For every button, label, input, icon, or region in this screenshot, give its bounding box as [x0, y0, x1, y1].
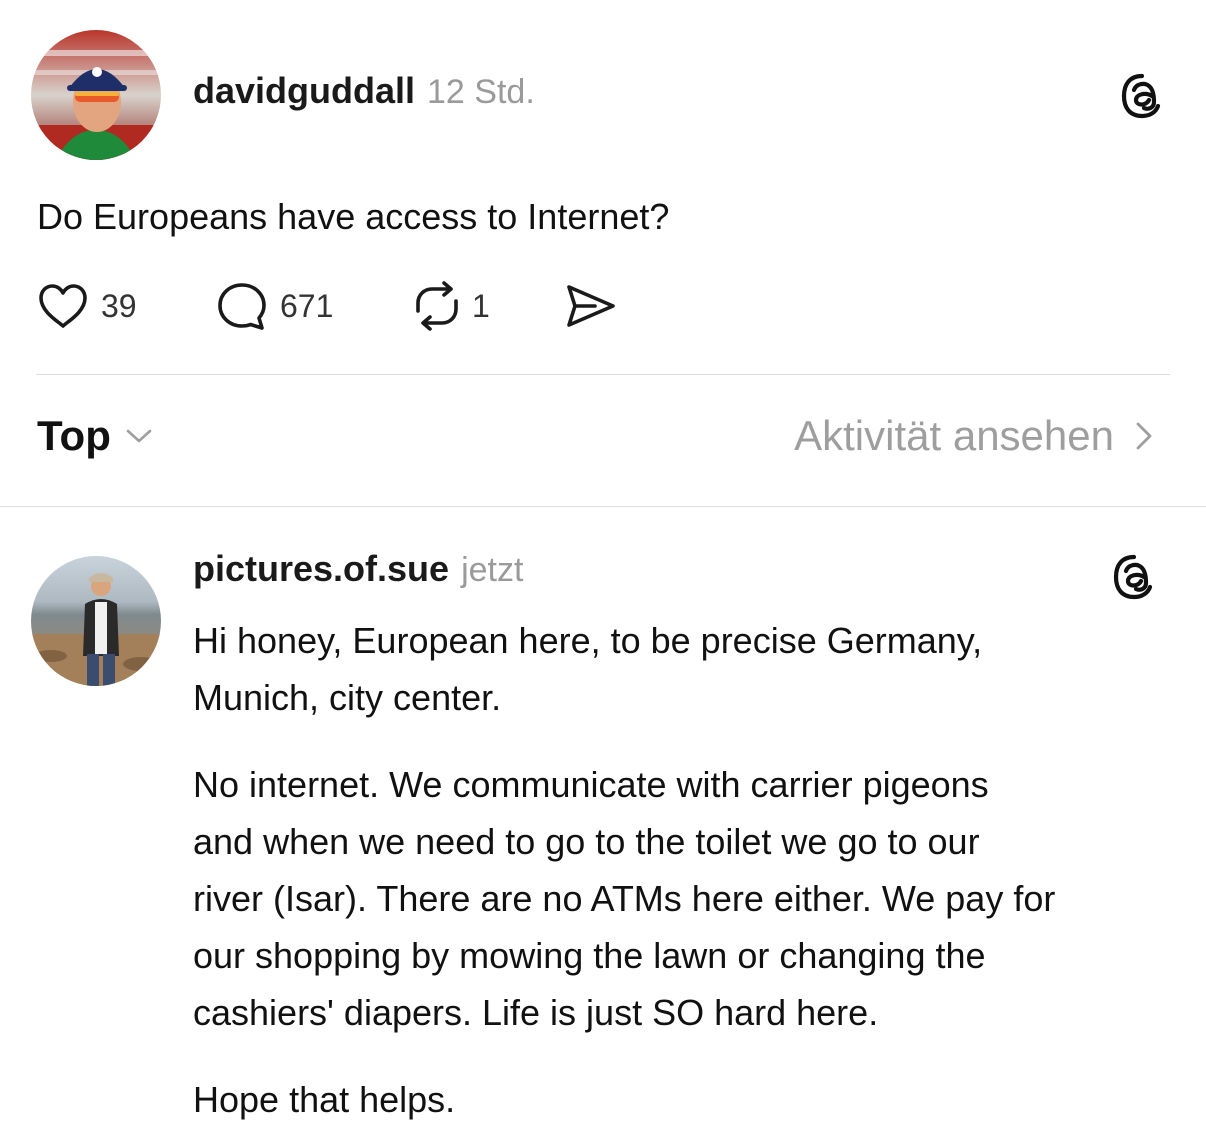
comment-icon — [218, 283, 266, 330]
sort-dropdown[interactable]: Top — [37, 412, 153, 460]
like-button[interactable]: 39 — [37, 280, 137, 332]
reply-author-avatar[interactable] — [31, 556, 161, 686]
reply-author-name[interactable]: pictures.of.sue — [193, 548, 449, 590]
reply-paragraph: Hi honey, European here, to be precise G… — [193, 620, 983, 718]
send-icon — [567, 285, 615, 327]
reply-paragraph: Hope that helps. — [193, 1079, 456, 1120]
threads-logo-icon[interactable] — [1118, 72, 1166, 120]
post-text: Do Europeans have access to Internet? — [37, 196, 670, 237]
post-header: davidguddall 12 Std. — [193, 70, 535, 118]
view-activity-link[interactable]: Aktivität ansehen — [794, 412, 1154, 460]
repost-count: 1 — [472, 287, 490, 324]
share-button[interactable] — [565, 280, 617, 332]
sort-label: Top — [37, 412, 111, 459]
divider — [36, 374, 1170, 375]
reply-text: Hi honey, European here, to be precise G… — [193, 612, 1183, 1128]
post-author-name[interactable]: davidguddall — [193, 70, 415, 112]
chevron-down-icon — [126, 429, 152, 443]
repost-icon — [416, 281, 458, 331]
post-author-avatar[interactable] — [31, 30, 161, 160]
section-divider — [0, 506, 1206, 507]
reply-button[interactable]: 671 — [216, 280, 333, 332]
heart-icon — [39, 284, 87, 328]
reply-paragraph: No internet. We communicate with carrier… — [193, 764, 1056, 1033]
chevron-right-icon — [1136, 422, 1152, 450]
view-activity-label: Aktivität ansehen — [794, 412, 1114, 459]
reply-header: pictures.of.sue jetzt — [193, 548, 523, 590]
post-timestamp: 12 Std. — [427, 73, 535, 111]
reply-timestamp: jetzt — [461, 551, 524, 589]
like-count: 39 — [101, 287, 137, 324]
reply-count: 671 — [280, 287, 334, 324]
repost-button[interactable]: 1 — [410, 280, 490, 332]
threads-logo-icon[interactable] — [1110, 553, 1158, 601]
